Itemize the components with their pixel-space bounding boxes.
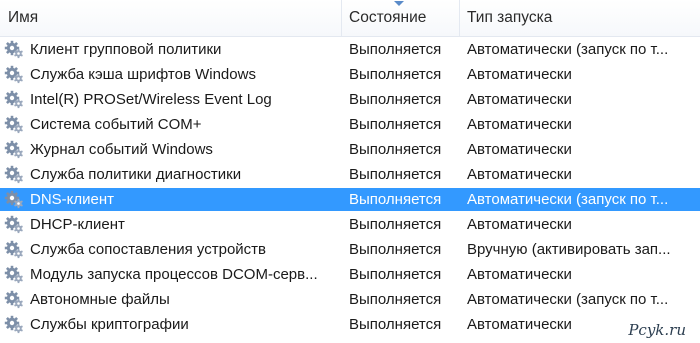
service-status: Выполняется [349, 116, 442, 133]
service-status: Выполняется [349, 41, 442, 58]
service-row[interactable]: Клиент групповой политики Выполняется Ав… [0, 37, 700, 62]
service-row[interactable]: Служба сопоставления устройств Выполняет… [0, 237, 700, 262]
service-name: DNS-клиент [30, 191, 115, 208]
service-name: DHCP-клиент [30, 216, 125, 233]
service-gear-icon [4, 265, 24, 284]
column-header-name[interactable]: Имя [8, 0, 38, 36]
service-row[interactable]: Модуль запуска процессов DCOM-серв... Вы… [0, 262, 700, 287]
service-status: Выполняется [349, 216, 442, 233]
service-status: Выполняется [349, 241, 442, 258]
service-status: Выполняется [349, 316, 442, 333]
service-gear-icon [4, 315, 24, 334]
service-name: Служба политики диагностики [30, 166, 242, 183]
service-status: Выполняется [349, 266, 442, 283]
column-divider[interactable] [459, 0, 460, 36]
service-startup-type: Автоматически [467, 116, 572, 133]
service-name: Клиент групповой политики [30, 41, 222, 58]
service-status: Выполняется [349, 66, 442, 83]
service-gear-icon [4, 140, 24, 159]
service-name: Служба кэша шрифтов Windows [30, 66, 256, 83]
service-status: Выполняется [349, 166, 442, 183]
service-name: Система событий COM+ [30, 116, 202, 133]
service-row[interactable]: Журнал событий Windows Выполняется Автом… [0, 137, 700, 162]
service-name: Службы криптографии [30, 316, 189, 333]
service-row[interactable]: Автономные файлы Выполняется Автоматичес… [0, 287, 700, 312]
service-row[interactable]: Служба кэша шрифтов Windows Выполняется … [0, 62, 700, 87]
service-startup-type: Автоматически [467, 91, 572, 108]
column-header-startup-type[interactable]: Тип запуска [467, 0, 552, 36]
service-gear-icon [4, 165, 24, 184]
service-startup-type: Автоматически (запуск по т... [467, 291, 669, 308]
service-row[interactable]: Служба политики диагностики Выполняется … [0, 162, 700, 187]
service-gear-icon [4, 90, 24, 109]
service-row[interactable]: DHCP-клиент Выполняется Автоматически [0, 212, 700, 237]
service-startup-type: Автоматически [467, 141, 572, 158]
service-startup-type: Автоматически (запуск по т... [467, 191, 669, 208]
service-startup-type: Автоматически (запуск по т... [467, 41, 669, 58]
service-gear-icon [4, 215, 24, 234]
service-startup-type: Вручную (активировать зап... [467, 241, 671, 258]
service-gear-icon [4, 240, 24, 259]
service-startup-type: Автоматически [467, 266, 572, 283]
column-divider[interactable] [341, 0, 342, 36]
service-name: Журнал событий Windows [30, 141, 213, 158]
service-startup-type: Автоматически [467, 216, 572, 233]
service-row[interactable]: Intel(R) PROSet/Wireless Event Log Выпол… [0, 87, 700, 112]
service-name: Автономные файлы [30, 291, 170, 308]
service-row[interactable]: Система событий COM+ Выполняется Автомат… [0, 112, 700, 137]
column-header-bar: Имя Состояние Тип запуска [0, 0, 700, 37]
service-name: Модуль запуска процессов DCOM-серв... [30, 266, 318, 283]
watermark-logo: Pcyk.ru [628, 321, 686, 339]
service-startup-type: Автоматически [467, 166, 572, 183]
service-status: Выполняется [349, 291, 442, 308]
service-startup-type: Автоматически [467, 66, 572, 83]
service-status: Выполняется [349, 141, 442, 158]
service-row[interactable]: Службы криптографии Выполняется Автомати… [0, 312, 700, 337]
service-gear-icon [4, 65, 24, 84]
service-name: Intel(R) PROSet/Wireless Event Log [30, 91, 272, 108]
service-gear-icon [4, 290, 24, 309]
service-gear-icon [4, 190, 24, 209]
service-status: Выполняется [349, 191, 442, 208]
column-header-status[interactable]: Состояние [349, 0, 426, 36]
service-status: Выполняется [349, 91, 442, 108]
service-row[interactable]: DNS-клиент Выполняется Автоматически (за… [0, 187, 700, 212]
service-gear-icon [4, 40, 24, 59]
service-gear-icon [4, 115, 24, 134]
service-name: Служба сопоставления устройств [30, 241, 267, 258]
